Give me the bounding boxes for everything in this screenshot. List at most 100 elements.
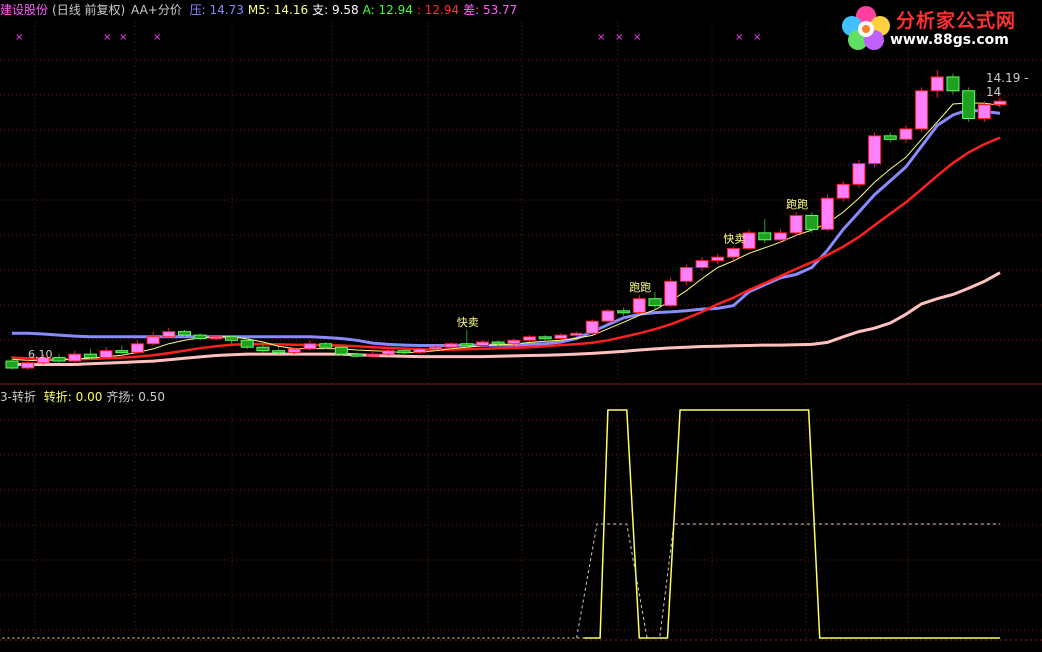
- chart-window[interactable]: × × × × × × × × × 快卖 跑跑 快卖 跑跑 建设股份 (日线 前复权) AA+分价 压: …: [0, 0, 1042, 649]
- candle-body: [507, 339, 521, 345]
- candle-body: [632, 298, 646, 314]
- candle-body: [820, 197, 834, 230]
- signal-cross-icon: ×: [119, 32, 127, 43]
- candle-body: [868, 135, 882, 165]
- candle-body: [977, 104, 991, 120]
- site-logo: 分析家公式网 www.88gs.com: [838, 2, 1038, 54]
- candle-body: [664, 280, 678, 307]
- candle-body: [225, 336, 239, 341]
- candle-body: [617, 310, 631, 314]
- main-chart-header: 建设股份 (日线 前复权) AA+分价 压: 14.73 M5: 14.16 支: 9…: [0, 0, 525, 20]
- candle-body: [21, 362, 35, 369]
- fast-ma-line: [11, 102, 1001, 361]
- slow-ma-line: [12, 271, 1001, 366]
- high-price-marker: 14.19 - 14: [986, 71, 1029, 99]
- header-value-2: 支: 9.58: [312, 3, 359, 17]
- sub-header-value-0: 转折: 0.00: [43, 390, 103, 404]
- candle-body: [130, 343, 144, 353]
- candle-body: [460, 343, 474, 347]
- candle-body: [68, 353, 82, 362]
- candle-body: [413, 348, 427, 353]
- sub-header-value-1: 齐扬: 0.50: [106, 390, 165, 404]
- candle-body: [993, 100, 1007, 106]
- flower-logo-icon: [842, 6, 890, 50]
- candle-body: [256, 346, 270, 352]
- indicator-name: AA+分价: [131, 3, 182, 17]
- candle-body: [726, 247, 740, 258]
- signal-cross-icon: ×: [753, 32, 761, 43]
- signal-cross-icon: ×: [103, 32, 111, 43]
- header-value-5: 差: 53.77: [463, 3, 518, 17]
- candle-body: [758, 232, 772, 241]
- sub-indicator-values: 转折: 0.00 齐扬: 0.50: [44, 390, 169, 404]
- candle-body: [491, 341, 505, 345]
- candle-body: [178, 331, 192, 336]
- candle-body: [162, 331, 176, 338]
- signal-cross-icon: ×: [615, 32, 623, 43]
- candle-body: [350, 353, 364, 357]
- candle-body: [381, 350, 395, 355]
- candle-body: [366, 353, 380, 357]
- candle-body: [695, 260, 709, 269]
- signal-label: 快卖: [457, 316, 479, 329]
- zhuanzhe-line: [584, 409, 1000, 639]
- chart-canvas[interactable]: × × × × × × × × ×快卖跑跑快卖跑跑: [0, 0, 1042, 649]
- candle-body: [334, 346, 348, 355]
- low-price-marker: 6.10: [28, 348, 53, 361]
- header-value-4: : 12.94: [416, 3, 460, 17]
- candle-body: [773, 232, 787, 241]
- candle-body: [805, 215, 819, 230]
- sub-indicator-name: 3-转折: [0, 390, 36, 404]
- candle-body: [5, 360, 19, 369]
- candle-body: [287, 348, 301, 353]
- signal-label: 快卖: [723, 233, 745, 246]
- candle-body: [930, 76, 944, 92]
- mid-ma-line: [11, 136, 1001, 361]
- candle-body: [83, 353, 97, 359]
- candle-body: [52, 357, 66, 362]
- candle-body: [554, 334, 568, 340]
- signal-cross-icon: ×: [153, 32, 161, 43]
- candle-body: [883, 135, 897, 140]
- candle-body: [209, 336, 223, 340]
- candle-body: [962, 90, 976, 120]
- candle-body: [146, 336, 160, 345]
- candle-body: [852, 163, 866, 185]
- signal-cross-icon: ×: [735, 32, 743, 43]
- period-label: (日线 前复权): [52, 3, 126, 17]
- candle-body: [475, 341, 489, 346]
- candle-body: [240, 339, 254, 348]
- header-value-0: 压: 14.73: [189, 3, 244, 17]
- candle-body: [523, 336, 537, 341]
- signal-label: 跑跑: [786, 197, 808, 211]
- candle-body: [397, 350, 411, 354]
- logo-title: 分析家公式网: [896, 10, 1017, 32]
- candle-body: [193, 334, 207, 340]
- header-value-3: A: 12.94: [362, 3, 413, 17]
- candle-body: [538, 336, 552, 340]
- candle-body: [836, 183, 850, 199]
- indicator-values: 压: 14.73 M5: 14.16 支: 9.58 A: 12.94: 12.94 差…: [190, 3, 522, 17]
- candle-body: [648, 298, 662, 307]
- candle-body: [915, 90, 929, 130]
- candle-body: [711, 256, 725, 262]
- signal-label: 跑跑: [629, 280, 651, 294]
- candle-body: [789, 215, 803, 234]
- logo-url: www.88gs.com: [890, 32, 1009, 48]
- candle-body: [899, 128, 913, 140]
- stock-name: 建设股份: [0, 3, 49, 17]
- header-value-1: M5: 14.16: [247, 3, 309, 17]
- sub-chart-header: 3-转折 转折: 0.00 齐扬: 0.50: [0, 387, 173, 407]
- candle-body: [428, 346, 442, 350]
- qiyang-line: [576, 523, 1000, 639]
- signal-cross-icon: ×: [633, 32, 641, 43]
- candle-body: [444, 343, 458, 348]
- candle-body: [946, 76, 960, 92]
- candle-body: [272, 350, 286, 354]
- candle-body: [319, 343, 333, 348]
- signal-cross-icon: ×: [15, 32, 23, 43]
- candle-body: [99, 350, 113, 359]
- candle-body: [115, 350, 129, 354]
- candle-body: [585, 320, 599, 334]
- candle-body: [601, 310, 615, 322]
